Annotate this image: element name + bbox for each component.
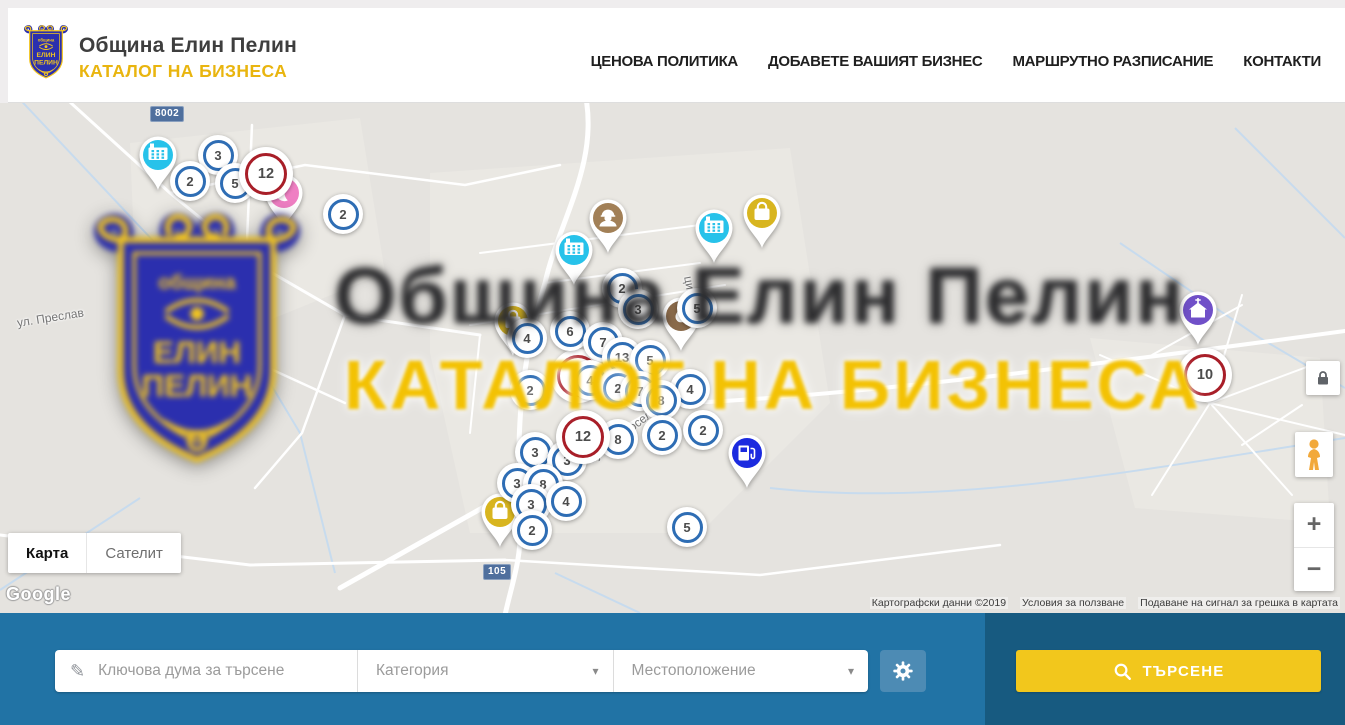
municipality-crest-icon: община ЕЛИН ПЕЛИН	[22, 25, 70, 85]
cluster-marker[interactable]: 5	[667, 507, 707, 547]
search-icon	[1113, 662, 1132, 681]
cluster-marker[interactable]: 12	[239, 147, 293, 201]
pencil-icon: ✎	[70, 662, 85, 680]
zoom-control: + −	[1294, 503, 1334, 591]
svg-text:ЕЛИН: ЕЛИН	[153, 335, 241, 370]
cluster-marker[interactable]: 4	[546, 481, 586, 521]
main-nav: ЦЕНОВА ПОЛИТИКА ДОБАВЕТЕ ВАШИЯТ БИЗНЕС М…	[591, 8, 1321, 103]
nav-contacts[interactable]: КОНТАКТИ	[1243, 53, 1321, 70]
map-type-control: Карта Сателит	[8, 533, 181, 573]
chevron-down-icon: ▾	[848, 664, 854, 678]
nav-add-business[interactable]: ДОБАВЕТЕ ВАШИЯТ БИЗНЕС	[768, 53, 982, 70]
fuel-pin[interactable]	[725, 433, 769, 496]
keyword-input[interactable]	[96, 661, 345, 681]
search-fields: ✎ Категория ▾ Местоположение ▾	[55, 650, 868, 692]
top-strip	[0, 0, 1345, 8]
attribution-terms-link[interactable]: Условия за ползване	[1020, 597, 1126, 609]
nav-bus-schedule[interactable]: МАРШРУТНО РАЗПИСАНИЕ	[1012, 53, 1213, 70]
left-strip	[0, 0, 8, 103]
watermark-title: Община Елин Пелин	[334, 256, 1186, 336]
lock-control[interactable]	[1306, 361, 1340, 395]
search-bar: ✎ Категория ▾ Местоположение ▾	[0, 613, 1345, 725]
attribution-report-link[interactable]: Подаване на сигнал за грешка в картата	[1138, 597, 1340, 609]
advanced-settings-button[interactable]	[880, 650, 926, 692]
zoom-out-button[interactable]: −	[1294, 547, 1334, 592]
location-select[interactable]: Местоположение ▾	[614, 650, 869, 692]
cluster-marker[interactable]: 2	[170, 161, 210, 201]
search-button[interactable]: ТЪРСЕНЕ	[1016, 650, 1321, 692]
map-attribution: Картографски данни ©2019 Условия за полз…	[870, 597, 1340, 609]
site-subtitle: КАТАЛОГ НА БИЗНЕСА	[79, 61, 297, 82]
watermark-subtitle: КАТАЛОГ НА БИЗНЕСА	[344, 350, 1202, 420]
crest-text-line1: ЕЛИН	[37, 52, 56, 59]
chevron-down-icon: ▾	[592, 664, 598, 678]
map-type-satellite-button[interactable]: Сателит	[86, 533, 181, 573]
category-select[interactable]: Категория ▾	[358, 650, 614, 692]
keyword-field[interactable]: ✎	[55, 650, 358, 692]
zoom-in-button[interactable]: +	[1294, 503, 1334, 547]
site-header: община ЕЛИН ПЕЛИН Община Елин Пелин КАТА…	[0, 0, 1345, 103]
site-logo[interactable]: община ЕЛИН ПЕЛИН Община Елин Пелин КАТА…	[22, 25, 297, 85]
map-type-map-button[interactable]: Карта	[8, 533, 86, 573]
lock-icon	[1314, 369, 1332, 387]
pegman-icon	[1303, 438, 1325, 472]
cluster-marker[interactable]: 2	[323, 194, 363, 234]
crest-text-line2: ПЕЛИН	[34, 59, 58, 66]
cluster-marker[interactable]: 2	[512, 510, 552, 550]
location-select-value: Местоположение	[632, 662, 756, 680]
attribution-copyright: Картографски данни ©2019	[870, 597, 1008, 609]
watermark-crest: община ЕЛИН ПЕЛИН	[83, 213, 311, 493]
svg-text:ПЕЛИН: ПЕЛИН	[142, 369, 253, 404]
nav-pricing[interactable]: ЦЕНОВА ПОЛИТИКА	[591, 53, 738, 70]
crest-text-top: община	[38, 37, 55, 42]
bag-pin[interactable]	[740, 193, 784, 256]
category-select-value: Категория	[376, 662, 448, 680]
google-logo: Google	[6, 584, 71, 605]
street-view-pegman[interactable]	[1295, 432, 1333, 477]
site-title: Община Елин Пелин	[79, 34, 297, 58]
google-map[interactable]: 8002105ул. Преславбул. „Новоселции	[0, 103, 1345, 613]
gear-icon	[892, 660, 914, 682]
search-button-label: ТЪРСЕНЕ	[1143, 663, 1225, 680]
svg-text:община: община	[158, 272, 236, 294]
